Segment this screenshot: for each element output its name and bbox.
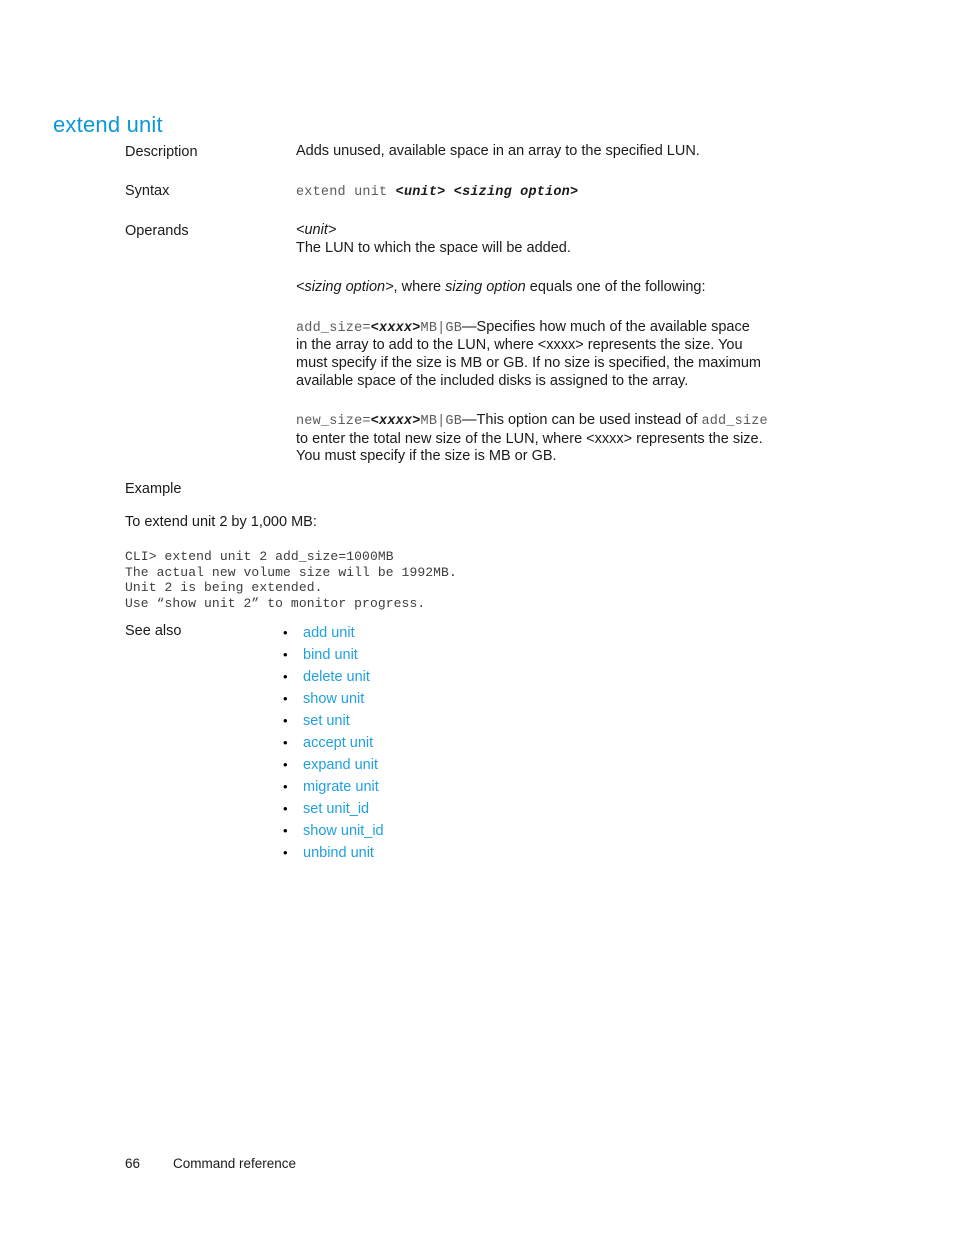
see-also-link-accept-unit[interactable]: accept unit [303, 735, 373, 751]
example-section: Example To extend unit 2 by 1,000 MB: CL… [125, 480, 825, 611]
bullet-icon: • [283, 647, 288, 662]
list-item[interactable]: • show unit [280, 688, 384, 710]
list-item[interactable]: • accept unit [280, 732, 384, 754]
operand-new-size-line1: new_size=<xxxx>MB|GB—This option can be … [296, 412, 768, 430]
see-also-link-migrate-unit[interactable]: migrate unit [303, 779, 379, 795]
bullet-icon: • [283, 669, 288, 684]
list-item[interactable]: • delete unit [280, 666, 384, 688]
see-also-link-show-unit[interactable]: show unit [303, 691, 364, 707]
page-title: extend unit [53, 111, 163, 137]
see-also-list: • add unit • bind unit • delete unit • show … [280, 622, 384, 864]
operands-body: <unit> The LUN to which the space will b… [296, 222, 896, 466]
operand-sizing-intro: <sizing option>, where sizing option equ… [296, 279, 706, 296]
see-also-link-add-unit[interactable]: add unit [303, 625, 355, 641]
syntax-body: extend unit <unit> <sizing option> [296, 183, 896, 202]
footer-section-title: Command reference [173, 1156, 297, 1171]
operand-unit-description: The LUN to which the space will be added… [296, 239, 571, 256]
bullet-icon: • [283, 801, 288, 816]
syntax-line: extend unit <unit> <sizing option> [296, 183, 896, 202]
document-page: extend unit Description Adds unused, ava… [0, 0, 954, 1235]
label-description: Description [125, 144, 198, 160]
operand-add-size-line4: available space of the included disks is… [296, 372, 689, 389]
see-also-link-show-unit-id[interactable]: show unit_id [303, 823, 384, 839]
see-also-link-bind-unit[interactable]: bind unit [303, 647, 358, 663]
list-item[interactable]: • unbind unit [280, 842, 384, 864]
see-also-link-set-unit-id[interactable]: set unit_id [303, 801, 369, 817]
list-item[interactable]: • expand unit [280, 754, 384, 776]
list-item[interactable]: • add unit [280, 622, 384, 644]
see-also-link-unbind-unit[interactable]: unbind unit [303, 845, 374, 861]
description-body: Adds unused, available space in an array… [296, 143, 896, 161]
bullet-icon: • [283, 691, 288, 706]
syntax-arg-unit: <unit> [395, 185, 446, 200]
see-also-link-set-unit[interactable]: set unit [303, 713, 350, 729]
operand-new-size-line3: You must specify if the size is MB or GB… [296, 448, 557, 465]
list-item[interactable]: • bind unit [280, 644, 384, 666]
bullet-icon: • [283, 779, 288, 794]
bullet-icon: • [283, 735, 288, 750]
syntax-arg-sizing-option: <sizing option> [453, 185, 579, 200]
bullet-icon: • [283, 757, 288, 772]
example-subtitle: To extend unit 2 by 1,000 MB: [125, 514, 317, 530]
operand-new-size-line2: to enter the total new size of the LUN, … [296, 430, 763, 447]
see-also-link-delete-unit[interactable]: delete unit [303, 669, 370, 685]
description-text: Adds unused, available space in an array… [296, 143, 700, 159]
example-title: Example [125, 481, 182, 497]
list-item[interactable]: • set unit_id [280, 798, 384, 820]
operand-add-size-line2: in the array to add to the LUN, where <x… [296, 337, 743, 354]
example-code-block: CLI> extend unit 2 add_size=1000MB The a… [125, 549, 457, 611]
operand-unit-placeholder: <unit> [296, 222, 337, 238]
label-syntax: Syntax [125, 183, 170, 199]
bullet-icon: • [283, 845, 288, 860]
bullet-icon: • [283, 823, 288, 838]
label-see-also: See also [125, 623, 182, 639]
list-item[interactable]: • show unit_id [280, 820, 384, 842]
bullet-icon: • [283, 713, 288, 728]
see-also-link-expand-unit[interactable]: expand unit [303, 757, 378, 773]
list-item[interactable]: • set unit [280, 710, 384, 732]
bullet-icon: • [283, 625, 288, 640]
list-item[interactable]: • migrate unit [280, 776, 384, 798]
syntax-command: extend unit [296, 185, 388, 200]
footer-page-number: 66 [125, 1156, 141, 1171]
operand-add-size-line1: add_size=<xxxx>MB|GB—Specifies how much … [296, 318, 750, 336]
page-footer: 66 Command reference [0, 1155, 954, 1175]
label-operands: Operands [125, 223, 189, 239]
operand-add-size-line3: must specify if the size is MB or GB. If… [296, 354, 761, 371]
